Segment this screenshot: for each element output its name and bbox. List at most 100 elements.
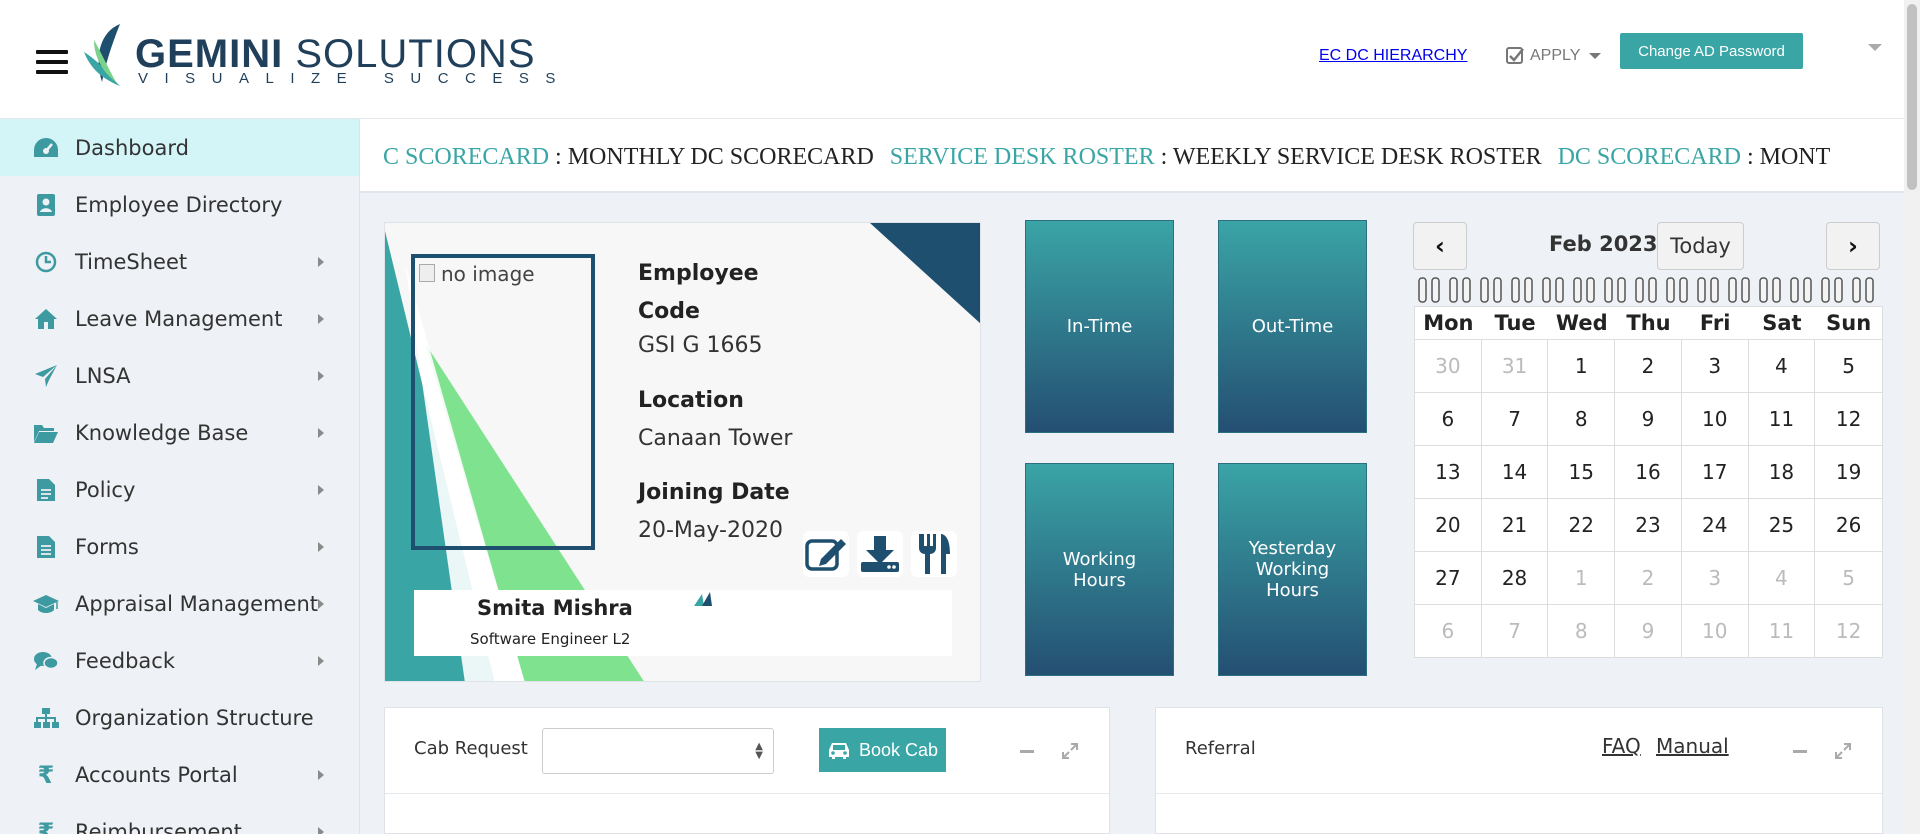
calendar-day[interactable]: 23	[1615, 498, 1682, 551]
sidebar-item-employee-directory[interactable]: Employee Directory	[0, 176, 359, 233]
sidebar-item-accounts-portal[interactable]: ₹ Accounts Portal	[0, 746, 359, 803]
calendar-day[interactable]: 3	[1681, 551, 1749, 604]
calendar-day[interactable]: 21	[1481, 498, 1549, 551]
expand-icon[interactable]	[1834, 742, 1852, 760]
scrollbar-thumb[interactable]	[1907, 4, 1917, 190]
chevron-right-icon	[318, 599, 324, 609]
sidebar-item-label: Leave Management	[75, 306, 283, 331]
sidebar-item-policy[interactable]: Policy	[0, 461, 359, 518]
marquee-item-key[interactable]: C SCORECARD	[383, 144, 549, 170]
out-time-tile[interactable]: Out-Time	[1218, 220, 1367, 433]
calendar-widget: ‹ Feb 2023 Today › Mon Tue Wed Thu Fri Sat Sun…	[1413, 220, 1883, 680]
cab-route-select[interactable]: ▲ ▼	[542, 728, 774, 774]
calendar-day[interactable]: 11	[1748, 604, 1816, 657]
calendar-day[interactable]: 25	[1748, 498, 1816, 551]
calendar-day[interactable]: 3	[1681, 339, 1749, 392]
expand-icon[interactable]	[1061, 742, 1079, 760]
sidebar-item-feedback[interactable]: Feedback	[0, 632, 359, 689]
calendar-day[interactable]: 5	[1815, 339, 1882, 392]
calendar-day[interactable]: 19	[1815, 445, 1882, 498]
sidebar-item-timesheet[interactable]: TimeSheet	[0, 233, 359, 290]
calendar-day[interactable]: 1	[1548, 339, 1616, 392]
minimize-icon[interactable]	[1793, 750, 1807, 753]
calendar-day[interactable]: 11	[1748, 392, 1816, 445]
calendar-day[interactable]: 7	[1481, 604, 1549, 657]
calendar-day[interactable]: 4	[1748, 339, 1816, 392]
calendar-day[interactable]: 26	[1815, 498, 1882, 551]
calendar-day[interactable]: 24	[1681, 498, 1749, 551]
calendar-day[interactable]: 7	[1481, 392, 1549, 445]
calendar-prev-button[interactable]: ‹	[1413, 222, 1467, 270]
faq-link[interactable]: FAQ	[1602, 734, 1641, 758]
in-time-tile[interactable]: In-Time	[1025, 220, 1174, 433]
binding-ring-icon	[1604, 277, 1626, 303]
sidebar-item-knowledge-base[interactable]: Knowledge Base	[0, 404, 359, 461]
marquee-item-key[interactable]: SERVICE DESK ROSTER	[890, 144, 1155, 170]
sidebar-item-dashboard[interactable]: Dashboard	[0, 119, 359, 176]
calendar-day[interactable]: 10	[1681, 392, 1749, 445]
document-icon	[32, 476, 60, 504]
sidebar-item-lnsa[interactable]: LNSA	[0, 347, 359, 404]
gemini-solutions-logo[interactable]: GEMINI SOLUTIONS VISUALIZE SUCCESS	[80, 22, 570, 92]
marquee-item-value[interactable]: : MONT	[1741, 144, 1830, 170]
book-cab-button[interactable]: Book Cab	[819, 728, 946, 772]
calendar-day[interactable]: 20	[1415, 498, 1482, 551]
marquee-item-value[interactable]: : MONTHLY DC SCORECARD	[549, 144, 874, 170]
sidebar-item-label: TimeSheet	[75, 249, 188, 274]
calendar-day[interactable]: 1	[1548, 551, 1616, 604]
calendar-day[interactable]: 17	[1681, 445, 1749, 498]
calendar-day[interactable]: 22	[1548, 498, 1616, 551]
calendar-day[interactable]: 27	[1415, 551, 1482, 604]
calendar-day[interactable]: 9	[1615, 392, 1682, 445]
calendar-day[interactable]: 4	[1748, 551, 1816, 604]
calendar-day[interactable]: 5	[1815, 551, 1882, 604]
working-hours-tile[interactable]: Working Hours	[1025, 463, 1174, 676]
chevron-right-icon	[318, 371, 324, 381]
calendar-day[interactable]: 16	[1615, 445, 1682, 498]
calendar-day[interactable]: 2	[1615, 339, 1682, 392]
calendar-day[interactable]: 30	[1415, 339, 1482, 392]
calendar-day[interactable]: 14	[1481, 445, 1549, 498]
calendar-day[interactable]: 8	[1548, 392, 1616, 445]
calendar-day[interactable]: 8	[1548, 604, 1616, 657]
calendar-day[interactable]: 31	[1481, 339, 1549, 392]
calendar-day[interactable]: 2	[1615, 551, 1682, 604]
calendar-day[interactable]: 10	[1681, 604, 1749, 657]
calendar-next-button[interactable]: ›	[1826, 222, 1880, 270]
page-scrollbar[interactable]	[1904, 0, 1920, 834]
calendar-day[interactable]: 15	[1548, 445, 1616, 498]
logo-leaf-icon	[84, 24, 120, 86]
user-menu-caret-icon[interactable]	[1868, 44, 1882, 51]
calendar-day[interactable]: 13	[1415, 445, 1482, 498]
sidebar-item-forms[interactable]: Forms	[0, 518, 359, 575]
apply-dropdown[interactable]: APPLY	[1505, 46, 1602, 66]
sidebar-item-reimbursement[interactable]: ₹ Reimbursement	[0, 803, 359, 834]
edit-profile-icon[interactable]	[803, 531, 849, 577]
change-ad-password-button[interactable]: Change AD Password	[1620, 33, 1803, 69]
employee-code-value: GSI G 1665	[638, 333, 763, 358]
chevron-right-icon	[318, 485, 324, 495]
calendar-day[interactable]: 6	[1415, 392, 1482, 445]
marquee-item-value[interactable]: : WEEKLY SERVICE DESK ROSTER	[1155, 144, 1542, 170]
calendar-day[interactable]: 28	[1481, 551, 1549, 604]
hamburger-menu-icon[interactable]	[36, 50, 68, 76]
sidebar-item-appraisal-management[interactable]: Appraisal Management	[0, 575, 359, 632]
calendar-month-title: Feb 2023	[1549, 232, 1658, 256]
calendar-day[interactable]: 12	[1815, 604, 1882, 657]
ec-dc-hierarchy-link[interactable]: EC DC HIERARCHY	[1319, 47, 1467, 65]
employee-photo: no image	[411, 254, 595, 550]
sidebar: Dashboard Employee Directory TimeSheet Leav…	[0, 119, 360, 834]
sidebar-item-organization-structure[interactable]: Organization Structure	[0, 689, 359, 746]
calendar-day[interactable]: 9	[1615, 604, 1682, 657]
minimize-icon[interactable]	[1020, 750, 1034, 753]
sidebar-item-leave-management[interactable]: Leave Management	[0, 290, 359, 347]
calendar-today-button[interactable]: Today	[1657, 222, 1744, 270]
cafeteria-utensils-icon[interactable]	[911, 531, 957, 577]
marquee-item-key[interactable]: DC SCORECARD	[1558, 144, 1741, 170]
calendar-day[interactable]: 12	[1815, 392, 1882, 445]
manual-link[interactable]: Manual	[1656, 734, 1729, 758]
download-icon[interactable]	[857, 531, 903, 577]
calendar-day[interactable]: 6	[1415, 604, 1482, 657]
calendar-day[interactable]: 18	[1748, 445, 1816, 498]
yesterday-working-hours-tile[interactable]: Yesterday Working Hours	[1218, 463, 1367, 676]
